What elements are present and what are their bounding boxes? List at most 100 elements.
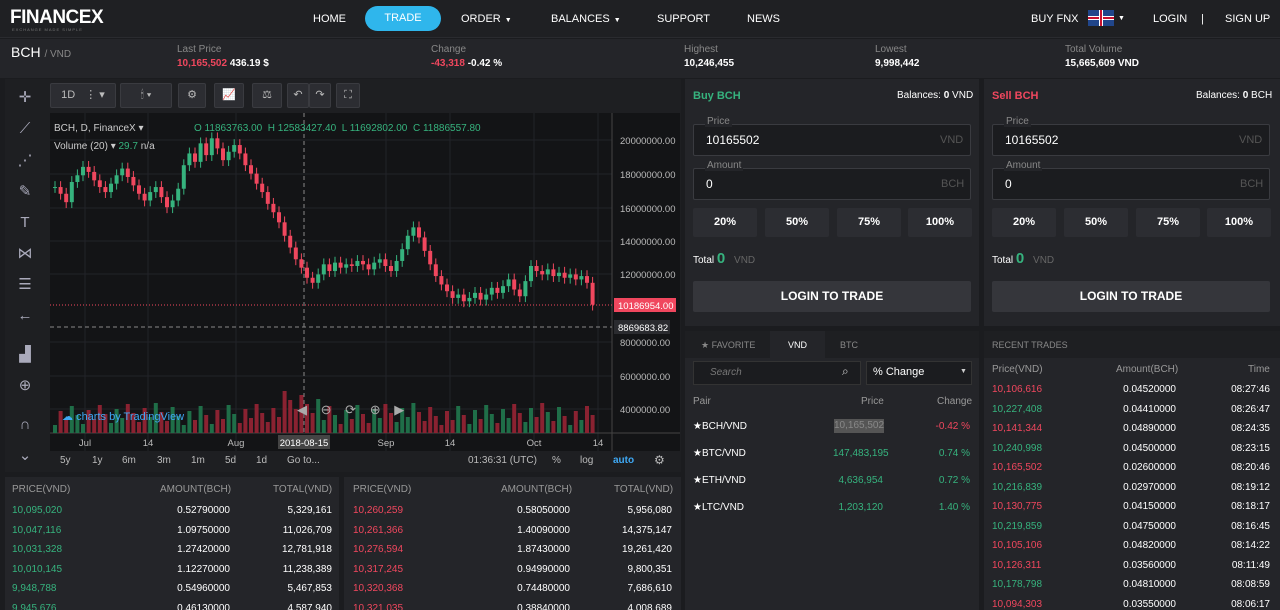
signup-link[interactable]: SIGN UP xyxy=(1225,0,1270,38)
bid-price[interactable]: 10,047,116 xyxy=(12,521,61,540)
nav-support[interactable]: SUPPORT xyxy=(657,0,710,38)
nav-order[interactable]: ORDER ▼ xyxy=(461,0,512,38)
buy-login-button[interactable]: LOGIN TO TRADE xyxy=(693,281,971,312)
market-row-pair[interactable]: ★BCH/VND xyxy=(693,417,747,436)
uk-flag-icon[interactable] xyxy=(1088,10,1114,26)
buy-pct-75[interactable]: 75% xyxy=(837,208,901,237)
brush-icon[interactable]: ✎ xyxy=(14,181,36,203)
buy-amount-input[interactable] xyxy=(693,168,971,200)
fullscreen-icon[interactable]: ⛶ xyxy=(336,83,360,108)
nav-balances[interactable]: BALANCES ▼ xyxy=(551,0,621,38)
zoom-in-icon[interactable]: ⊕ xyxy=(14,375,36,397)
ask-price[interactable]: 10,276,594 xyxy=(353,540,403,559)
candle-body xyxy=(512,279,517,290)
measure-icon[interactable]: ▟ xyxy=(14,344,36,366)
sell-pct-20[interactable]: 20% xyxy=(992,208,1056,237)
volume-bar xyxy=(109,423,113,433)
redo-icon[interactable]: ↷ xyxy=(309,83,331,108)
candle-body xyxy=(590,282,595,305)
ask-price[interactable]: 10,320,368 xyxy=(353,579,403,598)
volume-bar xyxy=(501,409,505,433)
buy-fnx-link[interactable]: BUY FNX xyxy=(1031,0,1078,38)
sell-pct-50[interactable]: 50% xyxy=(1064,208,1128,237)
language-chevron-icon[interactable]: ▼ xyxy=(1118,0,1125,38)
indicators-icon[interactable]: 📈 xyxy=(214,83,244,108)
recent-trade-amount: 0.03560000 xyxy=(1123,559,1176,571)
recent-trade-amount: 0.04890000 xyxy=(1123,423,1176,434)
high-value: 10,246,455 xyxy=(684,58,735,69)
buy-pct-50[interactable]: 50% xyxy=(765,208,829,237)
range-1m[interactable]: 1m xyxy=(191,455,205,466)
range-5d[interactable]: 5d xyxy=(225,455,236,466)
undo-icon[interactable]: ↶ xyxy=(287,83,309,108)
scroll-right-icon[interactable]: ▶ xyxy=(394,402,404,417)
sell-login-button[interactable]: LOGIN TO TRADE xyxy=(992,281,1270,312)
market-row-pair[interactable]: ★ETH/VND xyxy=(693,471,746,490)
zoom-out-icon[interactable]: ⊖ xyxy=(321,402,332,417)
trendline-icon[interactable]: ⟋ xyxy=(14,118,36,140)
reset-icon[interactable]: ⟳ xyxy=(345,402,356,417)
magnet-icon[interactable]: ∩ xyxy=(14,414,36,436)
chart-type-button[interactable]: 🕯 ▾ xyxy=(120,83,172,108)
ask-price[interactable]: 10,261,366 xyxy=(353,521,403,540)
bid-price[interactable]: 10,031,328 xyxy=(12,540,62,559)
range-3m[interactable]: 3m xyxy=(157,455,171,466)
percent-scale-toggle[interactable]: % xyxy=(552,455,561,466)
login-link[interactable]: LOGIN xyxy=(1153,0,1187,38)
prediction-icon[interactable]: ☰ xyxy=(14,274,36,296)
candle-body xyxy=(221,148,225,161)
pattern-icon[interactable]: ⋈ xyxy=(14,243,36,265)
tab-btc[interactable]: BTC xyxy=(840,340,858,350)
settings-gear-icon[interactable]: ⚙ xyxy=(178,83,206,108)
market-row-pair[interactable]: ★BTC/VND xyxy=(693,444,746,463)
back-arrow-icon[interactable]: ← xyxy=(14,305,36,327)
fib-icon[interactable]: ⋰ xyxy=(14,150,36,172)
chart-settings-icon[interactable]: ⚙ xyxy=(654,453,665,467)
price-chart[interactable]: 20000000.00 18000000.00 16000000.00 1400000… xyxy=(50,113,680,451)
crosshair-price-tag: 8869683.82 xyxy=(618,323,668,334)
range-1y[interactable]: 1y xyxy=(92,455,103,466)
candle-body xyxy=(109,183,113,193)
buy-pct-100[interactable]: 100% xyxy=(908,208,972,237)
bid-price[interactable]: 9,945,676 xyxy=(12,599,57,610)
candlestick-chart[interactable]: 20000000.00 18000000.00 16000000.00 1400000… xyxy=(50,113,680,451)
nav-trade[interactable]: TRADE xyxy=(365,6,441,31)
scroll-left-icon[interactable]: ◀ xyxy=(297,402,307,417)
buy-pct-20[interactable]: 20% xyxy=(693,208,757,237)
volume-bar xyxy=(450,420,455,433)
ask-amount: 1.40090000 xyxy=(517,524,570,536)
lock-icon[interactable]: ⌄ xyxy=(14,445,36,467)
tab-vnd[interactable]: VND xyxy=(788,340,807,350)
range-6m[interactable]: 6m xyxy=(122,455,136,466)
auto-scale-toggle[interactable]: auto xyxy=(613,455,634,466)
ask-price[interactable]: 10,317,245 xyxy=(353,560,403,579)
zoom-in-chart-icon[interactable]: ⊕ xyxy=(370,402,381,417)
ask-price[interactable]: 10,260,259 xyxy=(353,501,403,520)
crosshair-icon[interactable]: ✛ xyxy=(14,87,36,109)
bid-price[interactable]: 10,095,020 xyxy=(12,501,62,520)
bid-price[interactable]: 9,948,788 xyxy=(12,579,57,598)
interval-select[interactable]: 1D ⋮ ▾ xyxy=(50,83,116,108)
goto-date[interactable]: Go to... xyxy=(287,455,320,466)
search-icon[interactable]: ⌕ xyxy=(842,364,849,379)
recent-trades-title: RECENT TRADES xyxy=(992,340,1068,350)
market-row-pair[interactable]: ★LTC/VND xyxy=(693,498,744,517)
sell-amount-unit: BCH xyxy=(1240,178,1264,190)
log-scale-toggle[interactable]: log xyxy=(580,455,593,466)
sell-pct-100[interactable]: 100% xyxy=(1207,208,1271,237)
bid-price[interactable]: 10,010,145 xyxy=(12,560,62,579)
tab-favorite[interactable]: ★ FAVORITE xyxy=(701,340,755,351)
nav-home[interactable]: HOME xyxy=(313,0,346,38)
logo[interactable]: FINANCEX xyxy=(10,7,104,29)
compare-scale-icon[interactable]: ⚖ xyxy=(252,83,282,108)
range-1d[interactable]: 1d xyxy=(256,455,267,466)
sell-amount-input[interactable] xyxy=(992,168,1270,200)
tradingview-watermark[interactable]: ☁ charts by TradingView xyxy=(62,410,184,423)
ask-price[interactable]: 10,321,035 xyxy=(353,599,403,610)
nav-news[interactable]: NEWS xyxy=(747,0,780,38)
sell-pct-75[interactable]: 75% xyxy=(1136,208,1200,237)
range-5y[interactable]: 5y xyxy=(60,455,71,466)
sell-amount-value: 0 xyxy=(1005,177,1012,191)
text-tool-icon[interactable]: T xyxy=(14,212,36,234)
candle-body xyxy=(456,294,461,298)
